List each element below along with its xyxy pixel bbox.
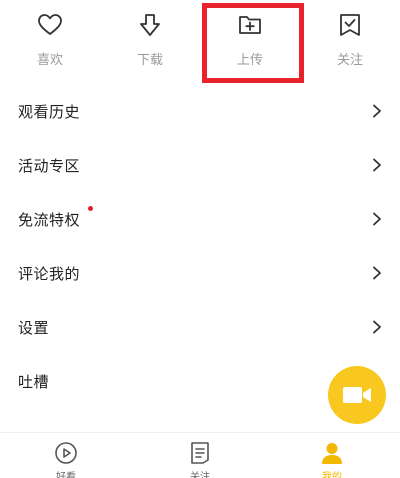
notification-dot: [88, 206, 93, 211]
download-label: 下载: [136, 53, 163, 68]
chevron-right-icon: [373, 320, 381, 334]
video-camera-icon: [343, 387, 371, 403]
bookmark-check-icon: [340, 14, 360, 36]
bottom-nav: 好看 关注 我的: [0, 432, 400, 478]
download-arrow-icon: [140, 14, 160, 36]
tab-watch[interactable]: 好看: [36, 439, 96, 478]
menu-item-comments[interactable]: 评论我的: [0, 246, 400, 300]
top-action-bar: 喜欢 下载 上传 关注: [0, 0, 400, 84]
menu-item-free-data[interactable]: 免流特权: [0, 192, 400, 246]
chevron-right-icon: [373, 212, 381, 226]
tab-follow-label: 关注: [190, 472, 210, 478]
list-doc-icon: [191, 442, 209, 464]
heart-icon: [38, 14, 62, 35]
chevron-right-icon: [373, 104, 381, 118]
menu-item-label: 活动专区: [18, 157, 81, 175]
record-video-button[interactable]: [328, 366, 386, 424]
chevron-right-icon: [373, 266, 381, 280]
play-circle-icon: [55, 442, 77, 464]
menu-item-label: 免流特权: [18, 211, 81, 229]
menu-item-label: 设置: [18, 319, 50, 337]
menu-item-settings[interactable]: 设置: [0, 300, 400, 354]
like-button[interactable]: 喜欢: [10, 0, 90, 80]
follow-label: 关注: [336, 53, 363, 68]
tab-follow[interactable]: 关注: [170, 439, 230, 478]
download-button[interactable]: 下载: [110, 0, 190, 80]
profile-screen: 喜欢 下载 上传 关注 观看历史 活动专区 免流特权 评论我的 设置 吐槽 好看…: [0, 0, 400, 478]
tab-me[interactable]: 我的: [302, 439, 362, 478]
menu-item-label: 吐槽: [18, 373, 50, 391]
tab-me-label: 我的: [322, 472, 342, 478]
menu-item-watch-history[interactable]: 观看历史: [0, 84, 400, 138]
like-label: 喜欢: [36, 53, 63, 68]
upload-highlight-box: [202, 3, 304, 83]
follow-button[interactable]: 关注: [310, 0, 390, 80]
tab-watch-label: 好看: [56, 472, 76, 478]
person-icon: [322, 443, 342, 464]
chevron-right-icon: [373, 158, 381, 172]
menu-item-events[interactable]: 活动专区: [0, 138, 400, 192]
menu-item-label: 观看历史: [18, 103, 81, 121]
menu-list: 观看历史 活动专区 免流特权 评论我的 设置 吐槽: [0, 84, 400, 408]
menu-item-label: 评论我的: [18, 265, 81, 283]
